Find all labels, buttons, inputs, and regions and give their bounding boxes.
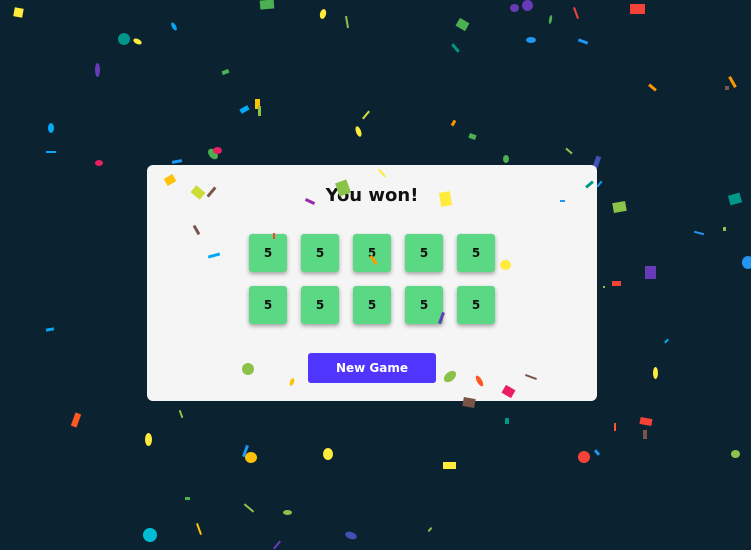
die[interactable]: 5: [405, 286, 443, 324]
confetti-piece: [196, 523, 202, 535]
confetti-piece: [648, 83, 657, 92]
confetti-piece: [664, 338, 669, 344]
dice-grid: 5 5 5 5 5 5 5 5 5 5: [249, 234, 495, 324]
confetti-piece: [643, 430, 647, 439]
confetti-piece: [526, 37, 536, 43]
confetti-piece: [573, 7, 579, 19]
confetti-piece: [48, 123, 54, 133]
confetti-piece: [45, 327, 55, 332]
die[interactable]: 5: [353, 234, 391, 272]
confetti-piece: [132, 37, 143, 46]
confetti-piece: [362, 110, 370, 120]
die[interactable]: 5: [405, 234, 443, 272]
confetti-piece: [723, 227, 726, 231]
confetti-piece: [596, 180, 603, 188]
confetti-piece: [645, 266, 656, 279]
confetti-piece: [727, 192, 743, 206]
confetti-piece: [46, 151, 56, 153]
confetti-piece: [143, 528, 157, 542]
win-dialog: You won! 5 5 5 5 5 5 5 5 5 5 New Game: [147, 165, 597, 401]
confetti-piece: [548, 14, 553, 25]
confetti-piece: [213, 147, 222, 154]
confetti-piece: [145, 433, 152, 446]
confetti-piece: [443, 462, 456, 469]
die[interactable]: 5: [457, 234, 495, 272]
confetti-piece: [243, 503, 255, 513]
confetti-piece: [206, 146, 220, 162]
confetti-piece: [185, 497, 190, 500]
confetti-piece: [170, 21, 178, 32]
confetti-piece: [728, 76, 737, 88]
die[interactable]: 5: [301, 286, 339, 324]
confetti-piece: [577, 38, 589, 45]
confetti-piece: [565, 147, 573, 155]
new-game-button[interactable]: New Game: [308, 353, 436, 383]
confetti-piece: [693, 230, 705, 236]
confetti-piece: [603, 286, 605, 288]
confetti-piece: [578, 451, 590, 463]
confetti-piece: [95, 63, 100, 77]
confetti-piece: [318, 8, 328, 20]
confetti-piece: [259, 0, 275, 10]
confetti-piece: [354, 125, 363, 138]
confetti-piece: [221, 68, 230, 76]
confetti-piece: [255, 99, 260, 109]
confetti-piece: [503, 155, 509, 163]
die[interactable]: 5: [457, 286, 495, 324]
confetti-piece: [614, 423, 616, 431]
confetti-piece: [427, 526, 433, 533]
confetti-piece: [450, 119, 457, 127]
die[interactable]: 5: [353, 286, 391, 324]
game-screen: You won! 5 5 5 5 5 5 5 5 5 5 New Game: [0, 0, 751, 550]
confetti-piece: [283, 510, 292, 515]
confetti-piece: [639, 417, 653, 426]
die[interactable]: 5: [249, 286, 287, 324]
confetti-piece: [171, 159, 183, 164]
confetti-piece: [258, 106, 261, 116]
confetti-piece: [239, 105, 250, 114]
confetti-piece: [245, 452, 257, 463]
confetti-piece: [118, 33, 130, 45]
confetti-piece: [95, 160, 103, 166]
confetti-piece: [731, 450, 740, 458]
confetti-piece: [630, 4, 645, 14]
confetti-piece: [612, 200, 627, 214]
confetti-piece: [522, 0, 533, 11]
confetti-piece: [612, 281, 621, 286]
confetti-piece: [468, 132, 477, 141]
confetti-piece: [344, 15, 350, 29]
confetti-piece: [242, 444, 249, 458]
win-title: You won!: [325, 185, 419, 206]
confetti-piece: [455, 17, 470, 32]
confetti-piece: [178, 409, 184, 419]
confetti-piece: [70, 412, 82, 428]
confetti-piece: [344, 530, 358, 541]
confetti-piece: [13, 7, 24, 18]
die[interactable]: 5: [249, 234, 287, 272]
confetti-piece: [451, 43, 460, 53]
confetti-piece: [593, 449, 601, 456]
confetti-piece: [273, 540, 281, 550]
confetti-piece: [742, 256, 751, 269]
confetti-piece: [725, 86, 729, 90]
confetti-piece: [323, 448, 333, 460]
confetti-piece: [653, 367, 658, 379]
confetti-piece: [505, 418, 509, 424]
die[interactable]: 5: [301, 234, 339, 272]
confetti-piece: [510, 4, 519, 12]
